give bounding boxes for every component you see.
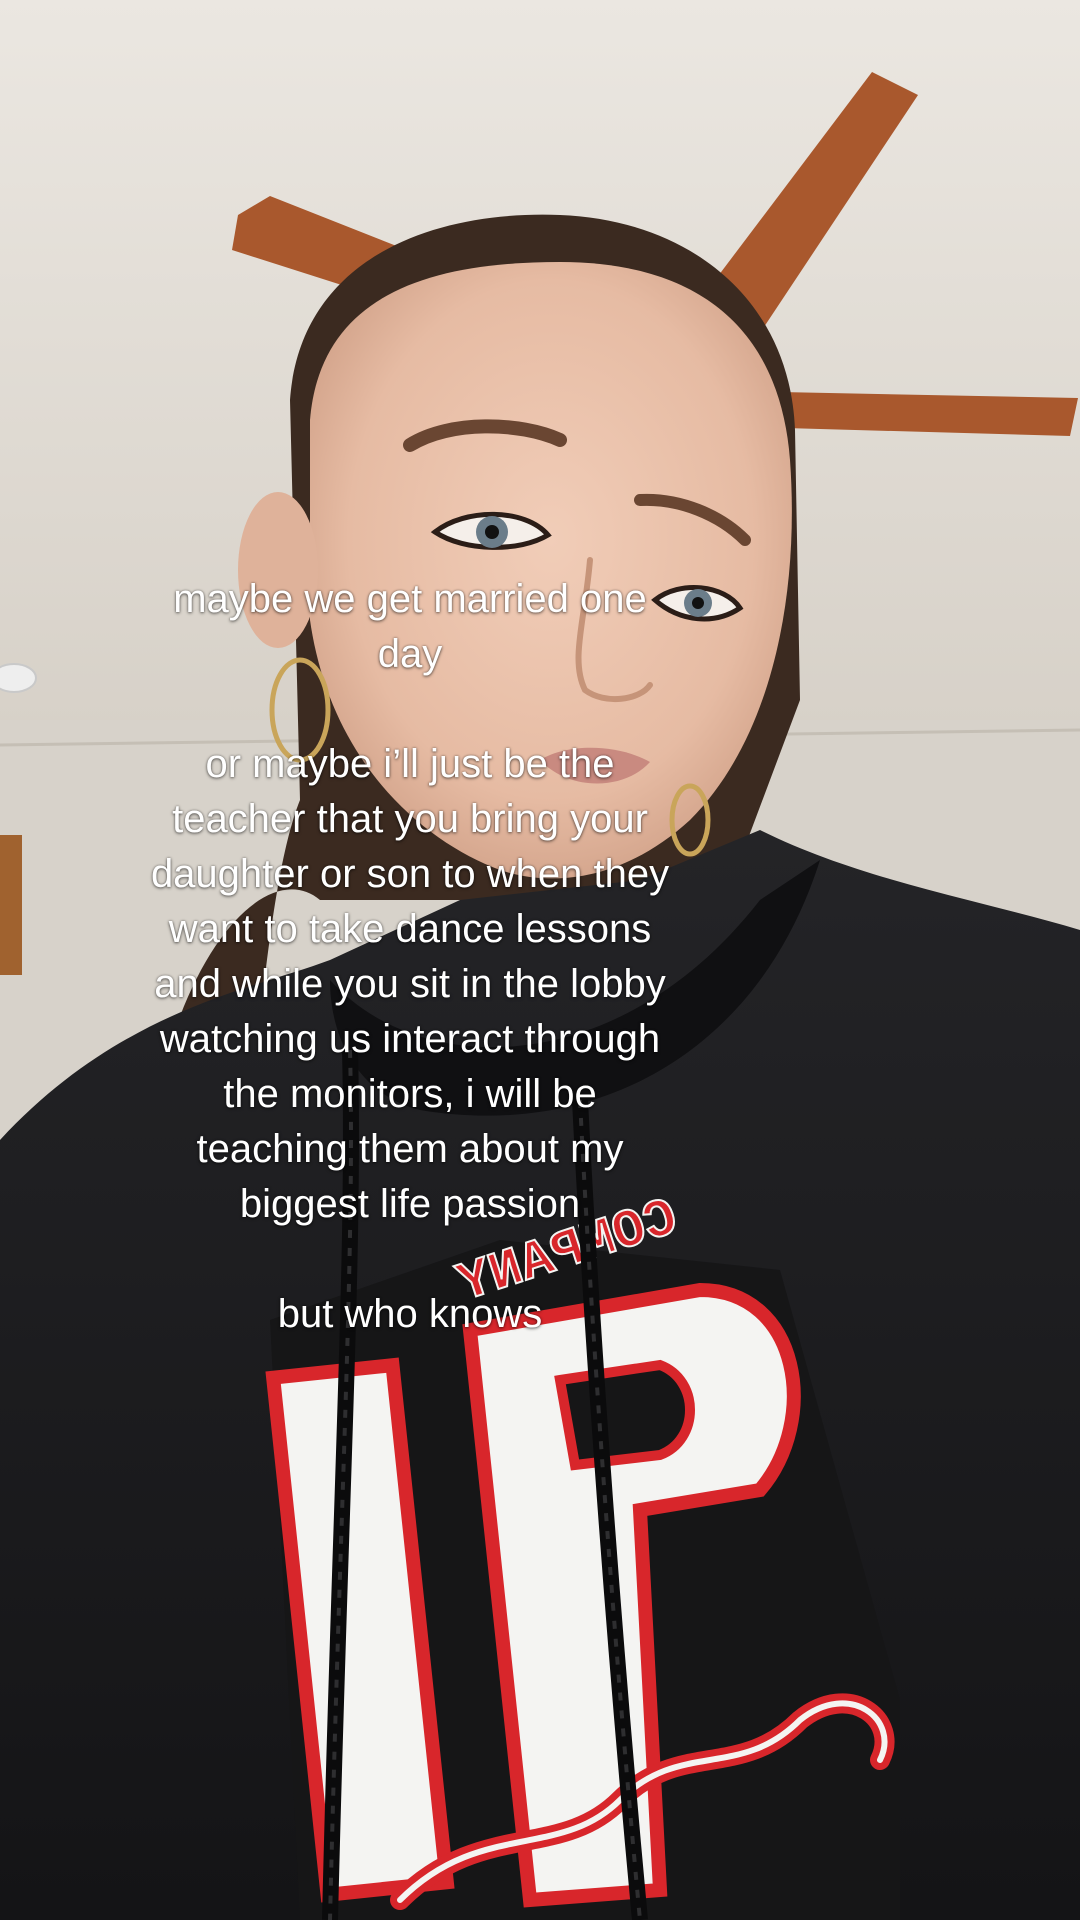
caption-overlay: maybe we get married one day or maybe i’… (60, 572, 760, 1342)
caption-line-3: but who knows (277, 1292, 543, 1336)
door-frame (0, 835, 22, 975)
video-frame: COMPANY maybe we get married one day or … (0, 0, 1080, 1920)
caption-line-2: or maybe i’ll just be the teacher that y… (150, 742, 670, 1226)
caption-line-1: maybe we get married one day (173, 577, 647, 676)
pupil-left (485, 525, 499, 539)
smoke-detector (0, 663, 37, 693)
print-digit-p-hole (554, 1359, 695, 1471)
